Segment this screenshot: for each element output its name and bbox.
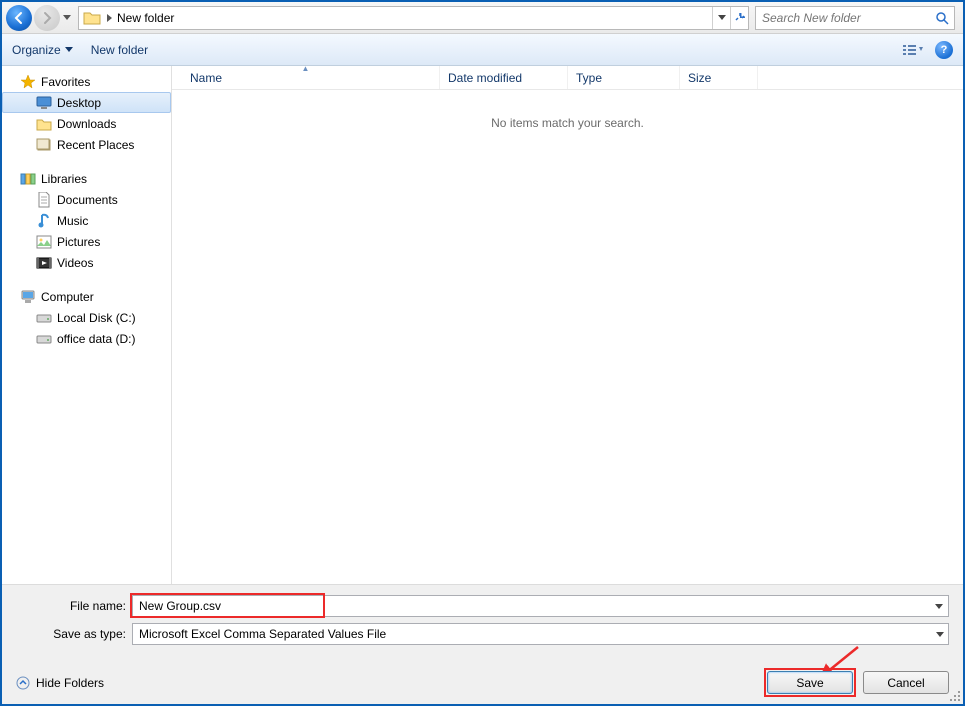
column-name[interactable]: Name ▲ [172, 66, 440, 89]
folder-icon [36, 116, 52, 132]
search-box[interactable] [755, 6, 955, 30]
search-icon[interactable] [930, 11, 954, 25]
tree-item-documents[interactable]: Documents [2, 189, 171, 210]
navigation-pane[interactable]: Favorites Desktop Downloads Recent Place… [2, 66, 172, 584]
search-input[interactable] [756, 11, 930, 25]
file-name-label: File name: [16, 599, 132, 613]
bottom-panel: File name: Save as type: Microsoft Excel… [2, 584, 963, 704]
hide-folders-button[interactable]: Hide Folders [16, 676, 104, 690]
address-segment[interactable]: New folder [115, 11, 176, 25]
save-as-dialog: New folder Organize New folder [0, 0, 965, 706]
sort-asc-icon: ▲ [302, 66, 310, 73]
music-icon [36, 213, 52, 229]
tree-item-music[interactable]: Music [2, 210, 171, 231]
save-button[interactable]: Save [767, 671, 853, 694]
address-bar[interactable]: New folder [78, 6, 749, 30]
cancel-button[interactable]: Cancel [863, 671, 949, 694]
tree-item-drive-d[interactable]: office data (D:) [2, 328, 171, 349]
combo-arrow-icon [936, 627, 944, 641]
column-type[interactable]: Type [568, 66, 680, 89]
star-icon [20, 74, 36, 90]
toolbar: Organize New folder ? [2, 34, 963, 66]
new-folder-button[interactable]: New folder [91, 43, 148, 57]
tree-item-desktop[interactable]: Desktop [2, 92, 171, 113]
libraries-group: Libraries Documents Music Pictures Video… [2, 169, 171, 273]
resize-grip[interactable] [948, 689, 960, 701]
view-options-button[interactable] [899, 39, 927, 61]
save-as-type-combo[interactable]: Microsoft Excel Comma Separated Values F… [132, 623, 949, 645]
videos-icon [36, 255, 52, 271]
organize-menu[interactable]: Organize [12, 43, 73, 57]
back-button[interactable] [6, 5, 32, 31]
save-as-type-label: Save as type: [16, 627, 132, 641]
document-icon [36, 192, 52, 208]
save-as-type-row: Save as type: Microsoft Excel Comma Sepa… [16, 623, 949, 645]
favorites-header[interactable]: Favorites [2, 72, 171, 92]
tree-item-recent[interactable]: Recent Places [2, 134, 171, 155]
help-button[interactable]: ? [935, 41, 953, 59]
address-dropdown[interactable] [712, 7, 730, 29]
button-row: Hide Folders Save Cancel [16, 651, 949, 694]
body: Favorites Desktop Downloads Recent Place… [2, 66, 963, 584]
file-list-pane: Name ▲ Date modified Type Size No items … [172, 66, 963, 584]
forward-button [34, 5, 60, 31]
file-name-input[interactable] [132, 595, 949, 617]
pictures-icon [36, 234, 52, 250]
column-headers: Name ▲ Date modified Type Size [172, 66, 963, 90]
libraries-header[interactable]: Libraries [2, 169, 171, 189]
tree-item-pictures[interactable]: Pictures [2, 231, 171, 252]
favorites-group: Favorites Desktop Downloads Recent Place… [2, 72, 171, 155]
drive-icon [36, 310, 52, 326]
recent-icon [36, 137, 52, 153]
computer-group: Computer Local Disk (C:) office data (D:… [2, 287, 171, 349]
tree-item-drive-c[interactable]: Local Disk (C:) [2, 307, 171, 328]
file-name-row: File name: [16, 595, 949, 617]
combo-arrow-icon[interactable] [935, 599, 943, 613]
empty-message: No items match your search. [172, 90, 963, 130]
chevron-right-icon [105, 11, 115, 25]
drive-icon [36, 331, 52, 347]
desktop-icon [36, 95, 52, 111]
folder-icon [82, 9, 102, 27]
libraries-icon [20, 171, 36, 187]
column-date[interactable]: Date modified [440, 66, 568, 89]
chevron-up-icon [16, 676, 30, 690]
nav-history-dropdown[interactable] [62, 15, 72, 21]
computer-header[interactable]: Computer [2, 287, 171, 307]
column-size[interactable]: Size [680, 66, 758, 89]
tree-item-downloads[interactable]: Downloads [2, 113, 171, 134]
refresh-button[interactable] [730, 7, 748, 29]
computer-icon [20, 289, 36, 305]
nav-bar: New folder [2, 2, 963, 34]
tree-item-videos[interactable]: Videos [2, 252, 171, 273]
